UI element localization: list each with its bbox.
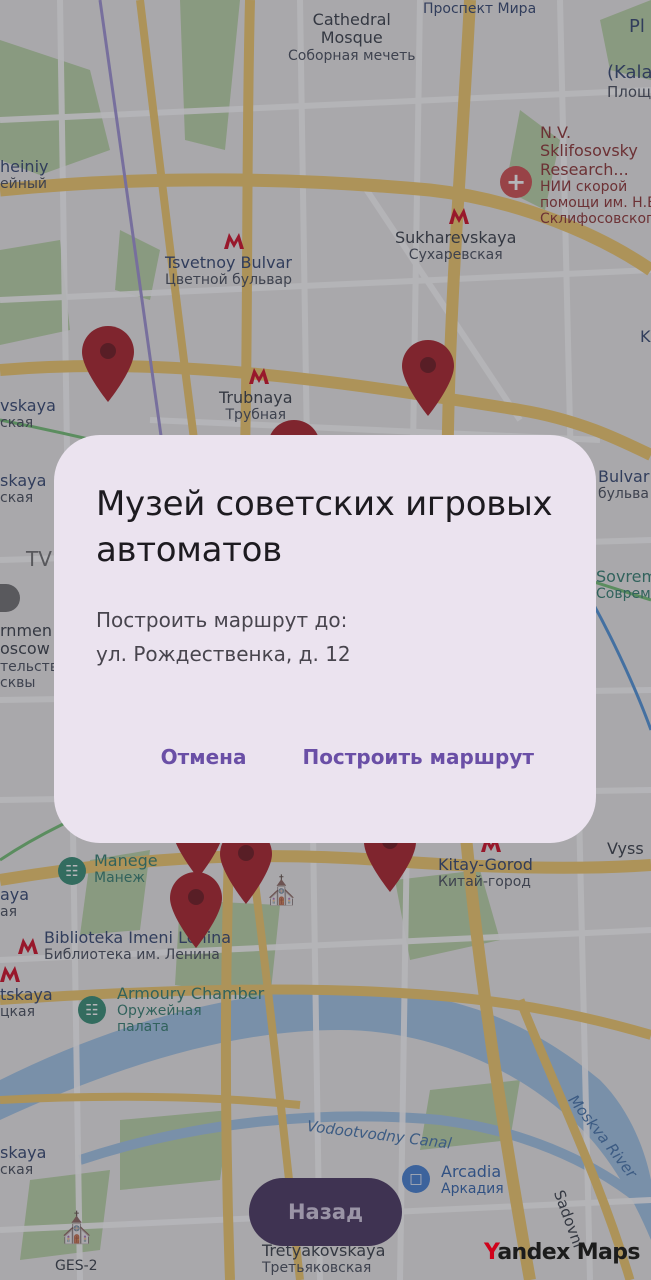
logo-y: Y (484, 1240, 498, 1265)
dialog-body: Построить маршрут до: ул. Рождественка, … (96, 603, 554, 671)
build-route-button[interactable]: Построить маршрут (302, 745, 534, 769)
dialog-title: Музей советских игровых автоматов (96, 484, 553, 570)
dialog-body-line1: Построить маршрут до: (96, 608, 348, 632)
dialog-actions: Отмена Построить маршрут (161, 745, 534, 769)
yandex-maps-logo: Yandex Maps (484, 1240, 641, 1265)
dialog-address: ул. Рождественка, д. 12 (96, 642, 351, 666)
logo-rest: andex Maps (497, 1240, 640, 1265)
route-dialog: Музей советских игровых автоматов Постро… (54, 435, 596, 843)
back-button[interactable]: Назад (249, 1178, 402, 1246)
cancel-button[interactable]: Отмена (161, 745, 247, 769)
